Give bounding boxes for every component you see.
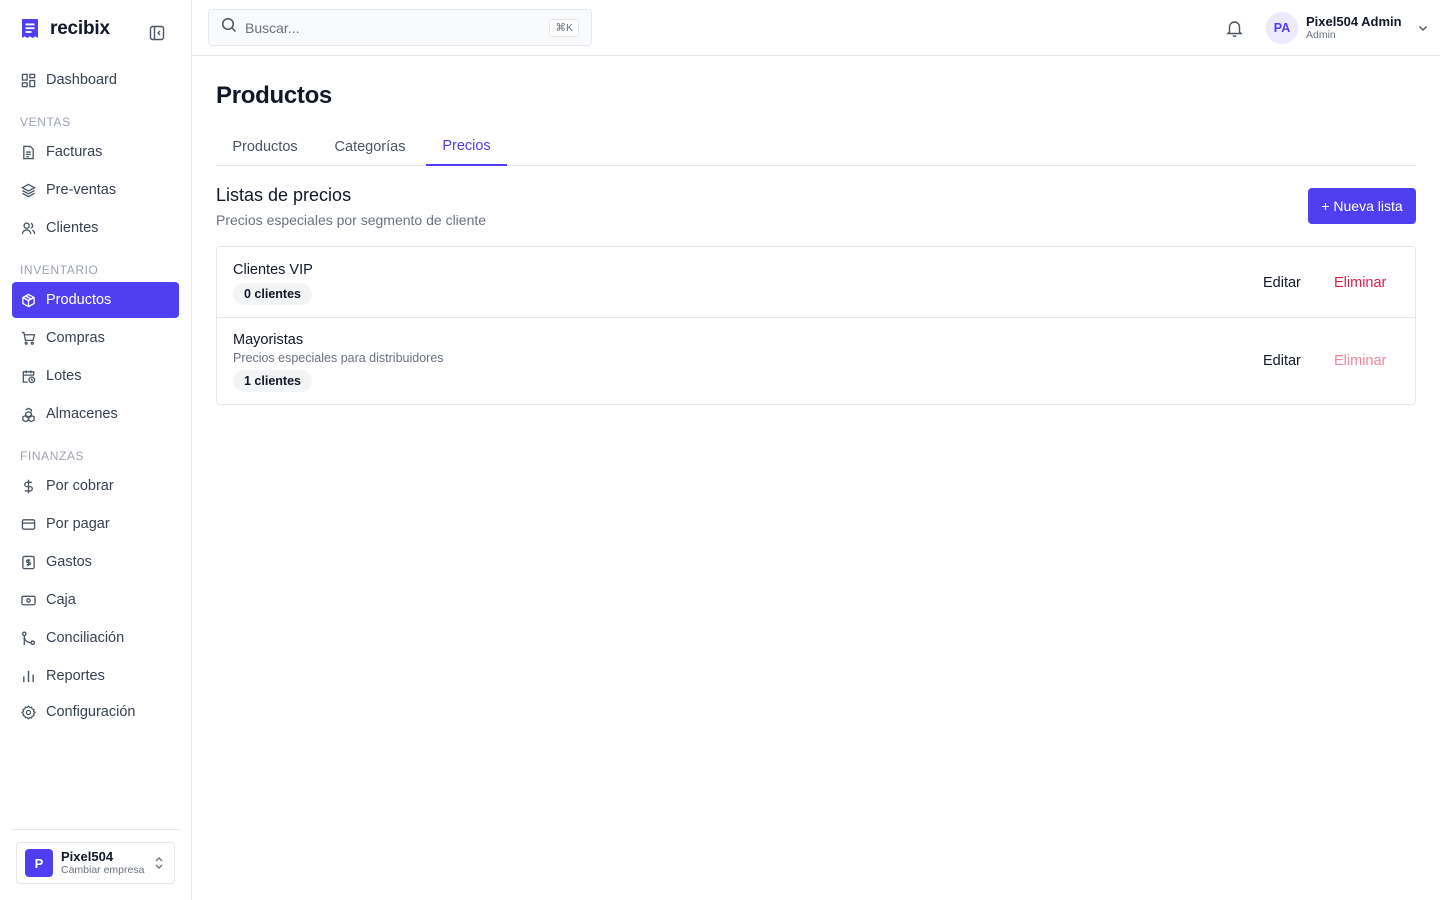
sidebar-item-por-pagar[interactable]: Por pagar — [12, 506, 179, 542]
sidebar-item-dashboard[interactable]: Dashboard — [12, 62, 179, 98]
layers-icon — [20, 182, 36, 198]
sidebar-item-label: Compras — [46, 330, 105, 346]
sidebar-item-clientes[interactable]: Clientes — [12, 210, 179, 246]
sidebar-item-por-cobrar[interactable]: Por cobrar — [12, 468, 179, 504]
company-avatar: P — [25, 849, 53, 877]
section-title: Listas de precios — [216, 185, 352, 205]
tab-productos[interactable]: Productos — [216, 127, 314, 166]
price-lists: Clientes VIP 0 clientes Editar Eliminar … — [216, 246, 1416, 405]
sidebar-item-configuracion[interactable]: Configuración — [12, 694, 179, 730]
user-menu[interactable]: PA Pixel504 Admin Admin — [1266, 10, 1430, 46]
sidebar-item-label: Gastos — [46, 554, 92, 570]
receipt-icon — [20, 554, 36, 570]
company-switcher[interactable]: P Pixel504 Cambiar empresa — [16, 842, 175, 884]
sidebar-item-label: Por cobrar — [46, 478, 114, 494]
sidebar-item-label: Lotes — [46, 368, 82, 384]
chevrons-up-down-icon — [152, 855, 166, 871]
edit-button[interactable]: Editar — [1263, 353, 1301, 369]
credit-card-icon — [20, 516, 36, 532]
sidebar-item-compras[interactable]: Compras — [12, 320, 179, 356]
sidebar-item-label: Pre-ventas — [46, 182, 117, 198]
list-item: Clientes VIP 0 clientes Editar Eliminar — [217, 247, 1415, 318]
sidebar-item-conciliacion[interactable]: Conciliación — [12, 620, 179, 656]
sidebar-item-label: Caja — [46, 592, 76, 608]
sidebar: recibix Dashboard VENTAS Facturas Pre-ve… — [0, 0, 192, 900]
tab-categorias[interactable]: Categorías — [314, 127, 426, 166]
gear-icon — [20, 704, 36, 720]
chevron-down-icon — [1416, 21, 1430, 35]
list-name: Clientes VIP — [233, 262, 313, 278]
new-list-button[interactable]: + Nueva lista — [1308, 188, 1416, 224]
collapse-sidebar-icon[interactable] — [147, 23, 167, 43]
sidebar-item-label: Facturas — [46, 144, 103, 160]
section-subtitle: Precios especiales por segmento de clien… — [216, 212, 487, 228]
sidebar-item-label: Clientes — [46, 220, 99, 236]
bar-chart-icon — [20, 668, 36, 684]
list-name: Mayoristas — [233, 332, 304, 348]
sidebar-item-lotes[interactable]: Lotes — [12, 358, 179, 394]
sidebar-item-label: Conciliación — [46, 630, 125, 646]
clients-badge: 1 clientes — [233, 370, 312, 392]
tabs: Productos Categorías Precios — [216, 127, 1416, 166]
delete-button[interactable]: Eliminar — [1334, 275, 1386, 291]
git-merge-icon — [20, 630, 36, 646]
sidebar-item-productos[interactable]: Productos — [12, 282, 179, 318]
search-icon — [221, 17, 237, 38]
sidebar-item-label: Reportes — [46, 668, 105, 684]
search-shortcut: ⌘K — [549, 19, 579, 37]
divider — [12, 829, 179, 830]
search-input[interactable] — [245, 19, 535, 36]
package-icon — [20, 292, 36, 308]
section-label-inventario: INVENTARIO — [20, 263, 99, 277]
banknote-icon — [20, 592, 36, 608]
search-box[interactable]: ⌘K — [208, 9, 592, 46]
brand[interactable]: recibix — [20, 18, 110, 40]
user-name: Pixel504 Admin — [1306, 14, 1402, 29]
users-icon — [20, 220, 36, 236]
sidebar-item-label: Almacenes — [46, 406, 118, 422]
brand-name: recibix — [50, 18, 110, 39]
company-subtitle: Cambiar empresa — [61, 864, 145, 876]
cart-icon — [20, 330, 36, 346]
delete-button[interactable]: Eliminar — [1334, 353, 1386, 369]
dollar-icon — [20, 478, 36, 494]
boxes-icon — [20, 406, 36, 422]
receipt-logo-icon — [20, 18, 40, 40]
sidebar-item-reportes[interactable]: Reportes — [12, 658, 179, 694]
sidebar-item-label: Configuración — [46, 704, 136, 720]
section-label-finanzas: FINANZAS — [20, 449, 85, 463]
sidebar-item-label: Dashboard — [46, 72, 117, 88]
section-label-ventas: VENTAS — [20, 115, 71, 129]
sidebar-item-caja[interactable]: Caja — [12, 582, 179, 618]
topbar: ⌘K PA Pixel504 Admin Admin — [192, 0, 1440, 56]
edit-button[interactable]: Editar — [1263, 275, 1301, 291]
calendar-clock-icon — [20, 368, 36, 384]
sidebar-item-label: Por pagar — [46, 516, 110, 532]
sidebar-item-pre-ventas[interactable]: Pre-ventas — [12, 172, 179, 208]
page-title: Productos — [216, 82, 332, 109]
user-role: Admin — [1306, 29, 1336, 41]
sidebar-item-gastos[interactable]: Gastos — [12, 544, 179, 580]
company-name: Pixel504 — [61, 849, 114, 864]
bell-icon[interactable] — [1224, 18, 1244, 38]
file-text-icon — [20, 144, 36, 160]
sidebar-item-facturas[interactable]: Facturas — [12, 134, 179, 170]
dashboard-icon — [20, 72, 36, 88]
list-description: Precios especiales para distribuidores — [233, 351, 444, 365]
list-item: Mayoristas Precios especiales para distr… — [217, 318, 1415, 404]
clients-badge: 0 clientes — [233, 283, 312, 305]
avatar: PA — [1266, 12, 1298, 44]
tab-precios[interactable]: Precios — [426, 127, 507, 166]
sidebar-item-almacenes[interactable]: Almacenes — [12, 396, 179, 432]
sidebar-item-label: Productos — [46, 292, 112, 308]
